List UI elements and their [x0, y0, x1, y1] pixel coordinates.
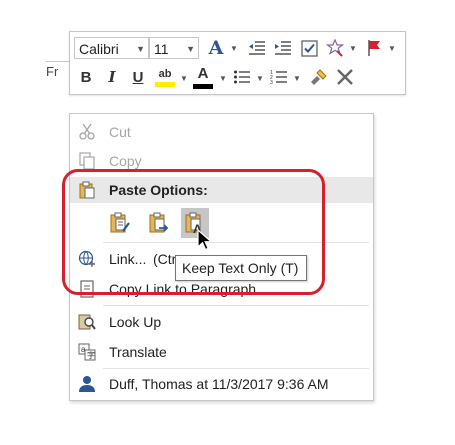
menu-item-label: Duff, Thomas at 11/3/2017 9:36 AM	[109, 376, 329, 392]
menu-item-look-up[interactable]: Look Up	[70, 308, 373, 336]
font-color-button[interactable]: A	[192, 64, 214, 90]
font-color-label: A	[197, 64, 209, 82]
numbering-button[interactable]: 123	[268, 66, 290, 88]
clear-formatting-button[interactable]	[334, 66, 356, 88]
font-name-combo[interactable]: Calibri ▼	[74, 37, 149, 59]
highlight-color-bar	[155, 81, 175, 87]
increase-indent-button[interactable]	[272, 37, 294, 59]
underline-label: U	[132, 68, 144, 86]
clear-formatting-icon	[337, 69, 353, 85]
keep-text-only-tooltip: Keep Text Only (T)	[175, 255, 307, 281]
star-tag-icon	[326, 39, 344, 57]
copy-icon	[79, 152, 95, 170]
font-color-bar	[193, 83, 213, 89]
format-painter-icon	[311, 69, 327, 85]
font-size-combo[interactable]: 11 ▼	[149, 37, 199, 59]
chevron-down-icon[interactable]: ▼	[256, 74, 264, 83]
menu-item-label: Look Up	[109, 314, 162, 330]
svg-text:3: 3	[270, 80, 273, 85]
underline-button[interactable]: U	[128, 66, 148, 88]
numbered-list-icon: 123	[270, 70, 287, 85]
flag-icon	[368, 40, 380, 56]
follow-up-flag-button[interactable]	[363, 37, 385, 59]
menu-separator	[103, 305, 369, 306]
chevron-down-icon[interactable]: ▼	[230, 44, 238, 53]
highlight-button[interactable]: ab	[154, 65, 176, 89]
format-painter-button[interactable]	[308, 66, 330, 88]
menu-item-cut[interactable]: Cut	[70, 118, 373, 146]
font-size-value: 11	[154, 41, 169, 57]
menu-item-label: Cut	[109, 124, 131, 140]
svg-text:字: 字	[87, 350, 95, 360]
mini-toolbar: Calibri ▼ 11 ▼ A ▼ ▼ ▼ B I U ab ▼ A ▼ ▼ …	[69, 31, 406, 95]
bullets-button[interactable]	[231, 66, 253, 88]
chevron-down-icon[interactable]: ▼	[349, 44, 357, 53]
font-name-value: Calibri	[79, 41, 119, 57]
increase-indent-icon	[275, 41, 291, 55]
menu-separator	[103, 368, 369, 369]
look-up-icon	[78, 314, 96, 330]
scissors-icon	[79, 123, 95, 140]
menu-item-translate[interactable]: a字 Translate	[70, 338, 373, 366]
chevron-down-icon[interactable]: ▼	[293, 74, 301, 83]
chevron-down-icon[interactable]: ▼	[180, 74, 188, 83]
chevron-down-icon: ▼	[186, 44, 195, 54]
styles-icon: A	[208, 37, 224, 59]
person-icon	[79, 376, 95, 392]
chevron-down-icon[interactable]: ▼	[219, 74, 227, 83]
decrease-indent-button[interactable]	[246, 37, 268, 59]
bold-button[interactable]: B	[76, 66, 96, 88]
highlight-label: ab	[158, 67, 172, 80]
translate-icon: a字	[78, 343, 96, 361]
checkbox-icon	[300, 39, 318, 57]
tag-button[interactable]	[324, 37, 346, 59]
menu-item-author-comment[interactable]: Duff, Thomas at 11/3/2017 9:36 AM	[70, 370, 373, 398]
menu-item-label: Translate	[109, 344, 167, 360]
to-do-tag-button[interactable]	[298, 37, 320, 59]
italic-button[interactable]: I	[102, 66, 122, 88]
mouse-cursor-icon	[197, 229, 213, 251]
chevron-down-icon[interactable]: ▼	[388, 44, 396, 53]
decrease-indent-icon	[249, 41, 265, 55]
bold-label: B	[80, 68, 92, 86]
styles-button[interactable]: A	[205, 37, 227, 59]
italic-label: I	[108, 68, 116, 86]
bullet-list-icon	[234, 70, 250, 84]
chevron-down-icon: ▼	[136, 44, 145, 54]
